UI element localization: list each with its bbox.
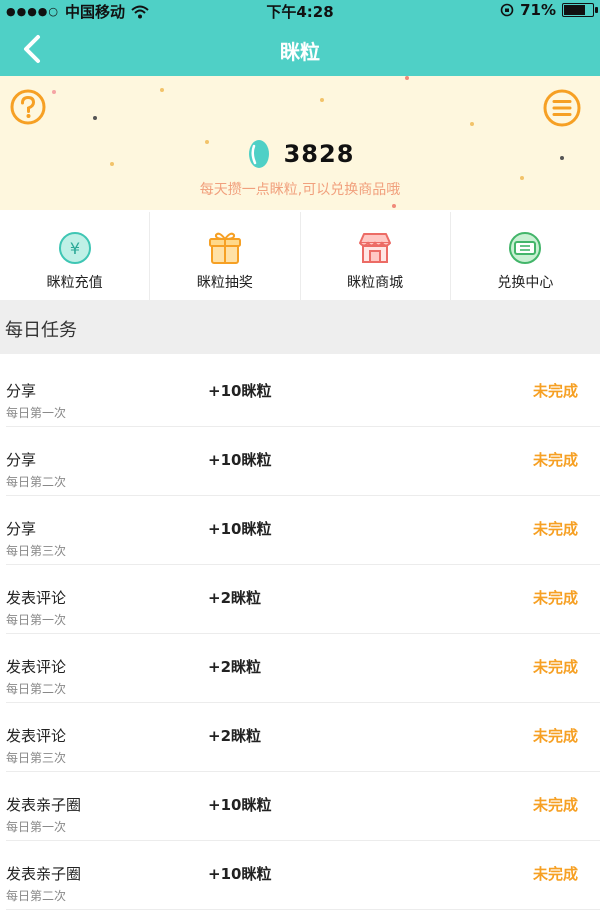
task-row[interactable]: 发表评论 每日第二次 +2眯粒 未完成 — [6, 634, 600, 703]
task-frequency: 每日第二次 — [6, 889, 67, 903]
section-title: 每日任务 — [5, 320, 77, 341]
task-status: 未完成 — [532, 520, 578, 538]
daily-tasks-header: 每日任务 — [0, 300, 600, 354]
task-reward: +10眯粒 — [208, 451, 272, 469]
quick-action-mall[interactable]: 眯粒商城 — [301, 212, 451, 300]
page-title: 眯粒 — [280, 40, 320, 64]
task-frequency: 每日第一次 — [6, 406, 67, 420]
seed-icon — [248, 140, 269, 168]
quick-action-lottery[interactable]: 眯粒抽奖 — [150, 212, 301, 300]
storefront-icon — [359, 233, 392, 263]
task-reward: +10眯粒 — [208, 865, 272, 883]
task-status: 未完成 — [532, 451, 578, 469]
task-frequency: 每日第三次 — [6, 751, 67, 765]
task-row[interactable]: 发表亲子圈 每日第一次 +10眯粒 未完成 — [6, 772, 600, 841]
quick-action-exchange[interactable]: 兑换中心 — [451, 212, 600, 300]
task-frequency: 每日第三次 — [6, 544, 67, 558]
ticket-icon — [509, 232, 542, 264]
task-list: 分享 每日第一次 +10眯粒 未完成 分享 每日第二次 +10眯粒 未完成 分享… — [0, 358, 600, 910]
task-reward: +2眯粒 — [208, 727, 262, 745]
gift-box-icon — [208, 232, 241, 264]
battery-percent: 71% — [520, 1, 556, 19]
task-name: 发表亲子圈 — [6, 796, 82, 814]
quick-action-recharge[interactable]: ¥ 眯粒充值 — [0, 212, 151, 300]
task-reward: +10眯粒 — [208, 796, 272, 814]
task-name: 分享 — [6, 451, 37, 469]
task-name: 发表评论 — [6, 658, 67, 676]
task-frequency: 每日第一次 — [6, 613, 67, 627]
quick-action-label: 眯粒商城 — [347, 275, 404, 291]
task-frequency: 每日第一次 — [6, 820, 67, 834]
task-name: 分享 — [6, 520, 37, 538]
task-name: 分享 — [6, 382, 37, 400]
task-frequency: 每日第二次 — [6, 682, 67, 696]
task-row[interactable]: 分享 每日第三次 +10眯粒 未完成 — [6, 496, 600, 565]
task-reward: +2眯粒 — [208, 589, 262, 607]
task-reward: +10眯粒 — [208, 520, 272, 538]
navigation-bar: 眯粒 — [0, 22, 600, 76]
orientation-lock-icon — [500, 3, 514, 17]
points-value: 3828 — [283, 140, 355, 168]
task-status: 未完成 — [532, 727, 578, 745]
task-status: 未完成 — [532, 382, 578, 400]
svg-text:¥: ¥ — [70, 239, 80, 258]
task-name: 发表评论 — [6, 727, 67, 745]
status-bar: ●●●●○ 中国移动 下午4:28 71% — [0, 0, 600, 22]
battery-icon — [562, 3, 598, 17]
task-name: 发表亲子圈 — [6, 865, 82, 883]
task-row[interactable]: 分享 每日第二次 +10眯粒 未完成 — [6, 427, 600, 496]
task-status: 未完成 — [532, 658, 578, 676]
task-name: 发表评论 — [6, 589, 67, 607]
quick-actions-bar: ¥ 眯粒充值 眯粒抽奖 眯粒商城 兑换中心 — [0, 212, 600, 301]
task-row[interactable]: 发表评论 每日第一次 +2眯粒 未完成 — [6, 565, 600, 634]
task-row[interactable]: 发表评论 每日第三次 +2眯粒 未完成 — [6, 703, 600, 772]
task-reward: +10眯粒 — [208, 382, 272, 400]
status-bar-right: 71% — [500, 1, 598, 19]
task-reward: +2眯粒 — [208, 658, 262, 676]
quick-action-label: 兑换中心 — [497, 275, 554, 291]
menu-list-icon[interactable] — [542, 88, 582, 128]
points-subtitle: 每天攒一点眯粒,可以兑换商品哦 — [199, 182, 401, 198]
quick-action-label: 眯粒充值 — [46, 275, 103, 291]
task-frequency: 每日第二次 — [6, 475, 67, 489]
quick-action-label: 眯粒抽奖 — [196, 275, 253, 291]
points-hero: 3828 每天攒一点眯粒,可以兑换商品哦 — [0, 76, 600, 210]
task-status: 未完成 — [532, 865, 578, 883]
task-row[interactable]: 分享 每日第一次 +10眯粒 未完成 — [6, 358, 600, 427]
yen-coin-icon: ¥ — [58, 232, 91, 264]
help-icon[interactable] — [9, 88, 47, 126]
task-status: 未完成 — [532, 589, 578, 607]
points-display: 3828 — [0, 138, 600, 170]
task-status: 未完成 — [532, 796, 578, 814]
